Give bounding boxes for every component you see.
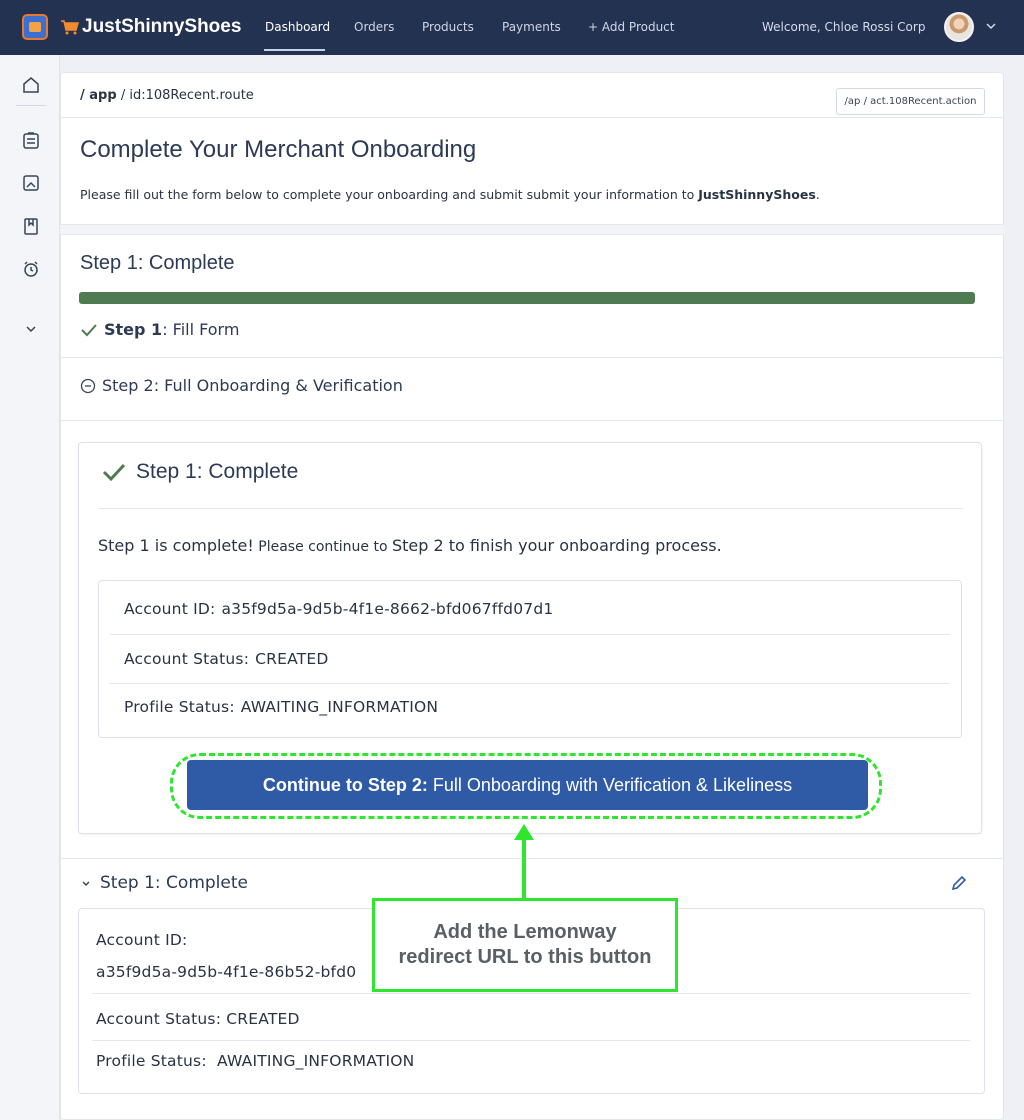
summary-profile-status-label: Profile Status: [96,1052,207,1070]
card-message-c: Step 2 to finish your onboarding process… [391,536,722,555]
divider [98,508,964,509]
annotation-callout: Add the Lemonway redirect URL to this bu… [372,898,678,992]
summary-heading[interactable]: Step 1: Complete [80,873,248,893]
summary-account-status-label: Account Status: [96,1010,222,1028]
app-logo-icon[interactable] [22,14,48,40]
minus-circle-icon [80,378,96,393]
summary-account-status-row: Account Status: CREATED [96,1010,300,1028]
step1-row[interactable]: Step 1: Fill Form [80,320,239,339]
steps-heading: Step 1: Complete [80,252,235,274]
summary-account-id-label: Account ID: [96,931,188,949]
subtitle-brand: JustShinnyShoes [698,187,816,202]
summary-account-status-value: CREATED [226,1010,300,1028]
divider [60,420,1004,421]
chevron-down-icon[interactable] [985,20,997,32]
divider [92,993,970,994]
summary-heading-text: Step 1: Complete [100,873,248,893]
profile-status-value: AWAITING_INFORMATION [240,698,439,716]
breadcrumb-separator: / [120,88,126,103]
breadcrumb-root[interactable]: / app [80,88,117,103]
step2-label: Step 2: Full Onboarding & Verification [102,376,403,395]
card-title: Step 1: Complete [102,460,298,484]
check-icon [102,463,126,482]
step1-label: : Fill Form [162,320,240,339]
progress-bar [79,292,975,304]
profile-status-label: Profile Status: [124,698,235,716]
section-gap [60,224,1004,235]
check-icon [81,323,97,336]
brand-logo[interactable]: JustShinnyShoes [60,16,241,38]
account-status-row: Account Status: CREATED [124,650,329,668]
bookmark-icon[interactable] [21,216,41,236]
cta-label: Full Onboarding with Verification & Like… [432,774,793,795]
subtitle-end: . [815,187,820,202]
route-chip-value: act.108Recent.action [870,96,977,107]
card-message-a: Step 1 is complete! [98,536,254,555]
nav-dashboard[interactable]: Dashboard [265,20,330,34]
annotation-line-2: redirect URL to this button [398,946,652,968]
nav-active-indicator [264,49,325,51]
card-message-b: Please continue to [253,539,392,555]
summary-profile-status-row: Profile Status: AWAITING_INFORMATION [96,1052,414,1070]
clipboard-icon[interactable] [21,130,41,150]
sidebar [0,55,60,1120]
divider [60,357,1004,358]
card-title-text: Step 1: Complete [136,460,299,483]
annotation-arrow [522,838,526,898]
chevron-down-icon[interactable] [21,319,41,339]
summary-profile-status-value: AWAITING_INFORMATION [217,1052,415,1070]
step2-row[interactable]: Step 2: Full Onboarding & Verification [80,376,403,395]
route-chip-prefix: /ap [844,96,861,107]
pencil-icon[interactable] [950,874,968,892]
nav-payments[interactable]: Payments [502,20,561,34]
cart-icon [61,20,79,35]
account-id-row: Account ID: a35f9d5a-9d5b-4f1e-8662-bfd06… [124,600,553,618]
chevron-down-icon [82,881,90,886]
divider [92,1040,970,1041]
nav-orders[interactable]: Orders [354,20,394,34]
breadcrumb-current: id:108Recent.route [129,88,254,103]
progress-fill [79,292,975,304]
divider [60,117,1004,118]
top-navbar: JustShinnyShoes Dashboard Orders Product… [0,0,1024,55]
divider [60,858,1004,859]
welcome-text: Welcome, Chloe Rossi Corp [762,20,926,34]
image-edit-icon[interactable] [21,173,41,193]
page-title: Complete Your Merchant Onboarding [80,136,477,163]
divider [110,683,950,684]
card-message: Step 1 is complete! Please continue to S… [98,536,722,555]
divider [110,634,950,635]
account-status-value: CREATED [255,650,329,668]
alarm-clock-icon[interactable] [21,259,41,279]
route-chip[interactable]: /ap / act.108Recent.action [836,88,985,115]
account-id-value: a35f9d5a-9d5b-4f1e-8662-bfd067ffd07d1 [221,600,554,618]
profile-status-row: Profile Status: AWAITING_INFORMATION [124,698,438,716]
cta-label-bold: Continue to Step 2: [262,774,428,795]
home-icon[interactable] [21,75,41,95]
route-chip-sep: / [863,96,867,107]
subtitle-text: Please fill out the form below to comple… [80,187,699,202]
brand-name: JustShinnyShoes [82,16,242,37]
annotation-line-1: Add the Lemonway [433,921,617,943]
nav-add-product[interactable]: + Add Product [588,20,674,34]
account-id-label: Account ID: [124,600,216,618]
nav-products[interactable]: Products [422,20,474,34]
sidebar-divider [16,105,46,106]
breadcrumb: / app / id:108Recent.route [80,88,254,103]
page-subtitle: Please fill out the form below to comple… [80,187,820,202]
continue-step2-button[interactable]: Continue to Step 2: Full Onboarding with … [187,760,868,810]
summary-account-id-value: a35f9d5a-9d5b-4f1e-86b52-bfd0 [96,963,357,981]
avatar[interactable] [944,12,974,42]
account-status-label: Account Status: [124,650,250,668]
step1-label-bold: Step 1 [104,320,163,339]
